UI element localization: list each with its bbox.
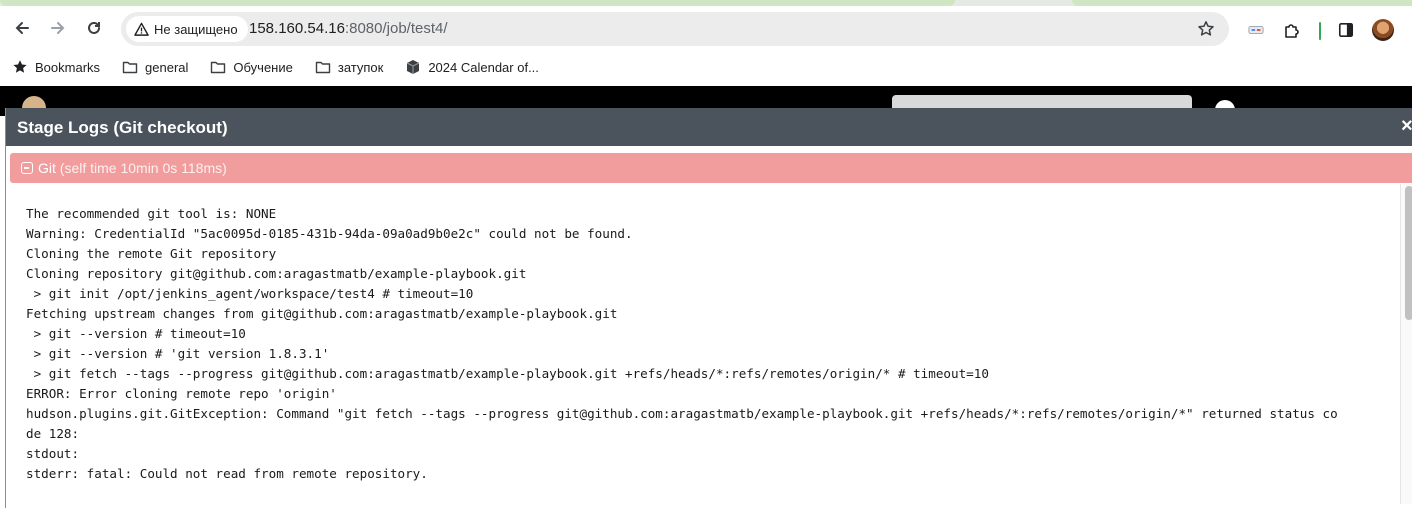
- back-button[interactable]: [8, 14, 36, 42]
- log-output: The recommended git tool is: NONE Warning…: [26, 204, 1396, 504]
- url-path: :8080/job/test4/: [344, 20, 448, 37]
- folder-icon: [211, 61, 226, 74]
- log-line: stderr: fatal: Could not read from remot…: [26, 466, 428, 481]
- bookmark-calendar[interactable]: 2024 Calendar of...: [405, 59, 539, 75]
- reload-button[interactable]: [80, 14, 108, 42]
- log-line: Warning: CredentialId "5ac0095d-0185-431…: [26, 226, 633, 241]
- log-line: > git --version # timeout=10: [26, 326, 246, 341]
- puzzle-icon[interactable]: [1281, 19, 1303, 41]
- address-bar[interactable]: Не защищено 158.160.54.16:8080/job/test4…: [121, 12, 1229, 46]
- toolbar-divider: [1319, 22, 1321, 40]
- log-line: stdout:: [26, 446, 80, 461]
- bookmark-label: general: [145, 59, 189, 75]
- log-line: > git --version # 'git version 1.8.3.1': [26, 346, 330, 361]
- bookmark-general[interactable]: general: [122, 59, 188, 75]
- url-host: 158.160.54.16: [249, 20, 345, 37]
- log-line: Cloning repository git@github.com:aragas…: [26, 266, 527, 281]
- log-line: > git init /opt/jenkins_agent/workspace/…: [26, 286, 474, 301]
- bookmark-star-icon[interactable]: [1197, 20, 1215, 38]
- side-panel-icon[interactable]: [1335, 19, 1357, 41]
- arrow-left-icon: [15, 22, 29, 34]
- browser-toolbar: Не защищено 158.160.54.16:8080/job/test4…: [0, 6, 1412, 48]
- bookmark-label: затупок: [337, 59, 384, 75]
- extension-icon[interactable]: [1245, 19, 1267, 41]
- log-line: ERROR: Error cloning remote repo 'origin…: [26, 386, 337, 401]
- reload-icon: [88, 21, 100, 34]
- folder-icon: [122, 61, 138, 74]
- bookmarks-bar: Bookmarks general Обучение затупок 2024 …: [0, 48, 1412, 86]
- log-line: Cloning the remote Git repository: [26, 246, 277, 261]
- scrollbar-thumb[interactable]: [1405, 186, 1412, 320]
- log-line: hudson.plugins.git.GitException: Command…: [26, 406, 1338, 421]
- log-line: The recommended git tool is: NONE: [26, 206, 277, 221]
- modal-title: Stage Logs (Git checkout): [17, 118, 228, 137]
- step-time: (self time 10min 0s 118ms): [59, 160, 227, 176]
- log-line: > git fetch --tags --progress git@github…: [26, 366, 989, 381]
- cube-icon: [407, 60, 420, 74]
- close-button[interactable]: ×: [1401, 116, 1412, 136]
- bookmark-label: 2024 Calendar of...: [428, 59, 539, 75]
- security-chip[interactable]: Не защищено: [126, 16, 248, 42]
- forward-button[interactable]: [44, 14, 72, 42]
- security-label: Не защищено: [154, 21, 238, 37]
- log-line: de 128:: [26, 426, 80, 441]
- url-text[interactable]: 158.160.54.16:8080/job/test4/: [249, 20, 448, 37]
- bookmark-bookmarks[interactable]: Bookmarks: [12, 59, 100, 75]
- log-line: Fetching upstream changes from git@githu…: [26, 306, 618, 321]
- step-header[interactable]: Git (self time 10min 0s 118ms): [10, 153, 1412, 183]
- log-scrollbar[interactable]: [1400, 184, 1412, 504]
- bookmark-label: Bookmarks: [35, 59, 101, 75]
- modal-header: Stage Logs (Git checkout) ×: [6, 108, 1412, 146]
- step-label: Git (self time 10min 0s 118ms): [38, 160, 227, 176]
- folder-icon: [315, 61, 331, 74]
- warning-icon: [134, 22, 149, 36]
- step-name: Git: [38, 160, 56, 176]
- collapse-icon[interactable]: [21, 162, 33, 174]
- bookmark-zatupok[interactable]: затупок: [315, 59, 383, 75]
- bookmark-obuchenie[interactable]: Обучение: [210, 59, 293, 75]
- bookmark-label: Обучение: [233, 59, 293, 75]
- stage-logs-modal: Stage Logs (Git checkout) × Git (self ti…: [5, 108, 1412, 508]
- profile-avatar[interactable]: [1372, 19, 1394, 41]
- star-icon: [13, 60, 27, 73]
- arrow-right-icon: [51, 22, 65, 34]
